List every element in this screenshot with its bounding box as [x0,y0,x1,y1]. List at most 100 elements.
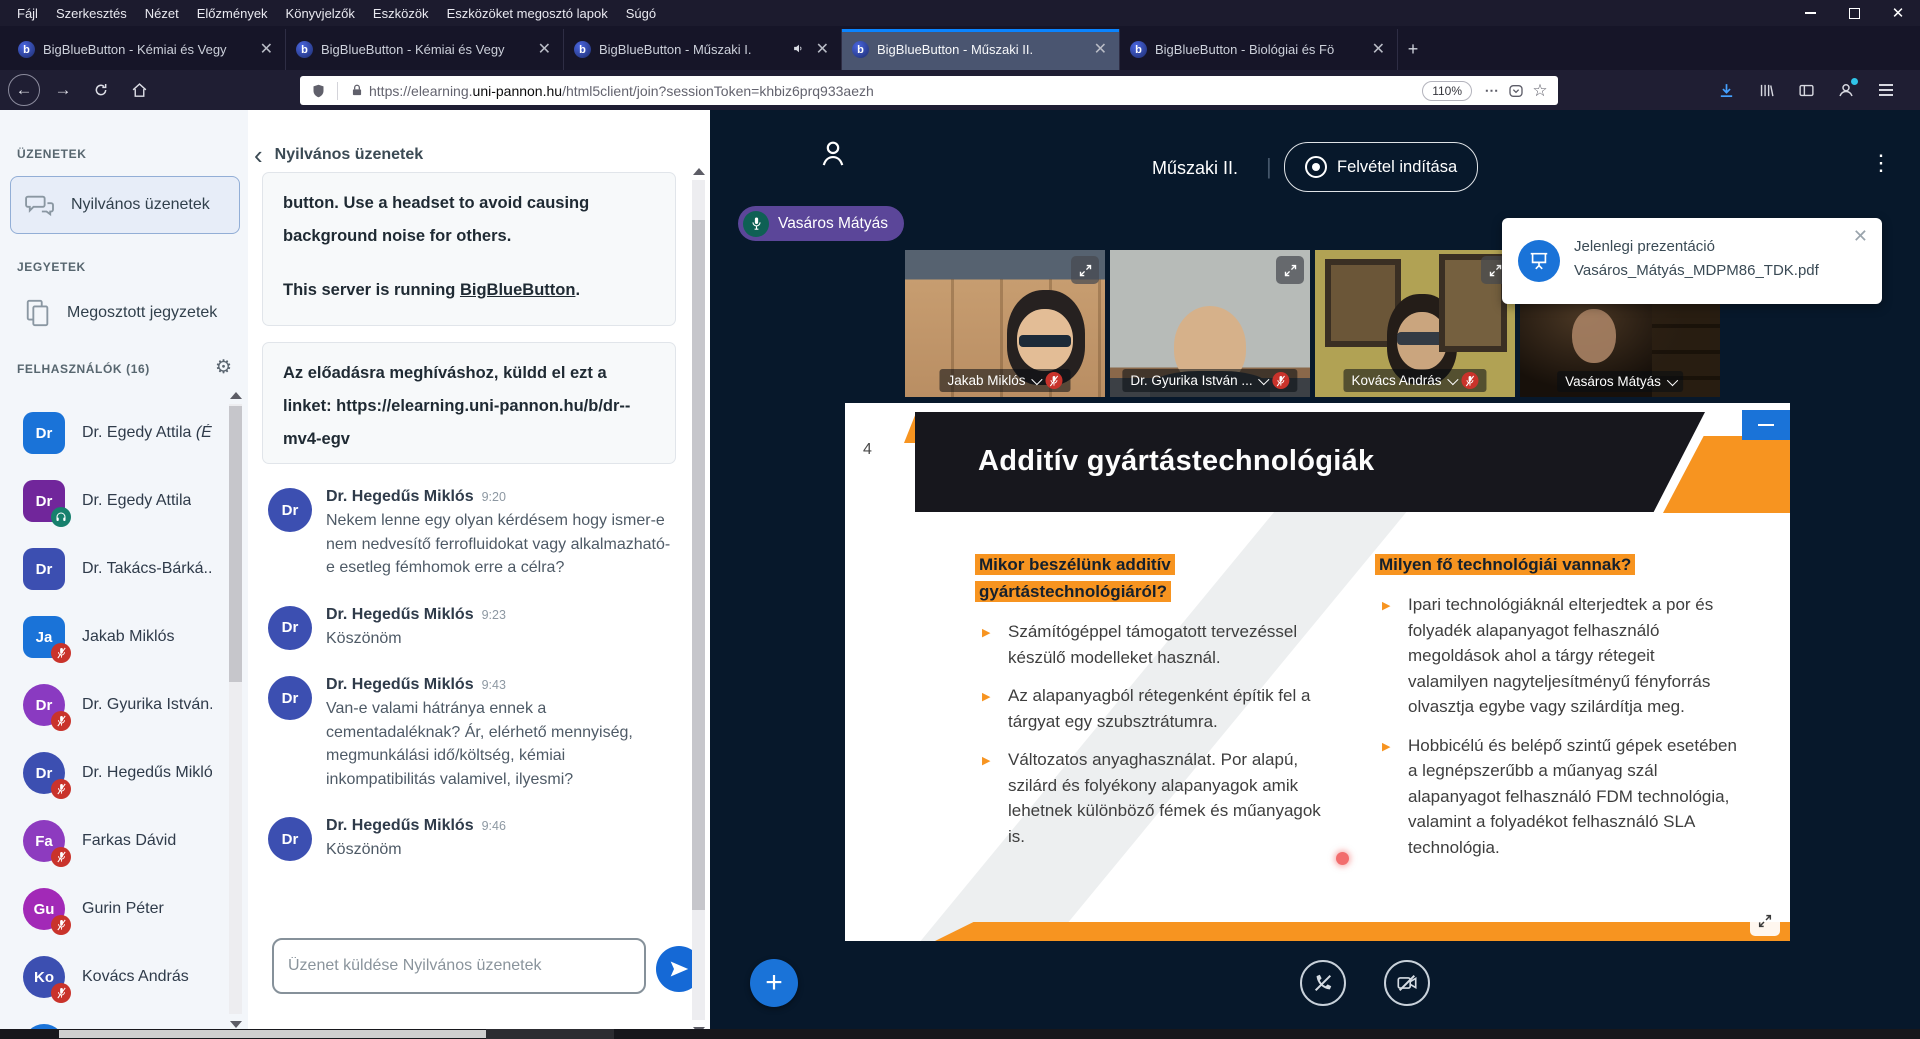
webcam-user-dropdown[interactable]: Vasáros Mátyás [1557,371,1683,392]
userlist-scrollbar[interactable] [227,390,244,1030]
lock-icon[interactable] [345,83,369,98]
menu-eszk-z-k[interactable]: Eszközök [364,4,438,23]
minimize-presentation-button[interactable] [1742,410,1790,440]
menu-eszk-z-ket-megoszt-lapok[interactable]: Eszközöket megosztó lapok [438,4,617,23]
message-text: Köszönöm [326,627,506,651]
bookmark-star-icon[interactable]: ☆ [1528,81,1552,101]
muted-mic-badge-icon [51,983,71,1003]
sidebars-button[interactable] [1790,75,1822,105]
sidebar-item-public-chat[interactable]: Nyilvános üzenetek [10,176,240,234]
talking-indicator[interactable]: Vasáros Mátyás [738,206,904,241]
user-avatar-icon[interactable] [818,138,848,175]
avatar: Dr [23,684,65,726]
home-button[interactable] [124,75,154,105]
zoom-level-button[interactable]: 110% [1422,81,1472,101]
fullscreen-presentation-button[interactable] [1750,906,1780,936]
webcam-user-dropdown[interactable]: Dr. Gyurika István ... [1122,369,1297,392]
webcam-fullscreen-button[interactable] [1071,256,1099,284]
forward-button[interactable]: → [48,75,78,105]
bbb-sidebar: ÜZENETEK Nyilvános üzenetek JEGYETEK Meg… [0,110,249,1039]
user-list-item-3[interactable]: Dr Dr. Takács-Bárká... [0,535,248,603]
url-bar[interactable]: https://elearning.uni-pannon.hu/html5cli… [300,76,1558,105]
webcam-user-dropdown[interactable]: Jakab Miklós [939,369,1070,392]
main-menu-button[interactable] [1870,75,1902,105]
tab-close-icon[interactable]: ✕ [1092,42,1109,58]
join-audio-button[interactable] [1300,960,1346,1006]
browser-tab-1[interactable]: b BigBlueButton - Kémiai és Vegy ✕ [8,29,286,70]
user-list-item-4[interactable]: Ja Jakab Miklós [0,603,248,671]
message-author: Dr. Hegedűs Miklós9:46 [326,817,506,834]
start-recording-button[interactable]: Felvétel indítása [1284,142,1478,192]
options-kebab-icon[interactable]: ⋮ [1870,150,1892,176]
webcam-fullscreen-button[interactable] [1276,256,1304,284]
browser-tab-5[interactable]: b BigBlueButton - Biológiai és Fö ✕ [1120,29,1398,70]
tab-close-icon[interactable]: ✕ [814,42,831,58]
user-list: Dr Dr. Egedy Attila (Én) Dr Dr. Egedy At… [0,399,248,1030]
menu-el-zm-nyek[interactable]: Előzmények [188,4,277,23]
downloads-button[interactable] [1710,75,1742,105]
record-label: Felvétel indítása [1337,158,1457,177]
user-list-item-2[interactable]: Dr Dr. Egedy Attila [0,467,248,535]
back-arrow-icon: ← [16,80,33,100]
muted-mic-badge-icon [51,915,71,935]
browser-tab-4[interactable]: b BigBlueButton - Műszaki II. ✕ [842,29,1120,70]
scroll-up-icon[interactable] [230,392,242,399]
scroll-thumb[interactable] [229,406,242,682]
menu-n-zet[interactable]: Nézet [136,4,188,23]
chat-message-3: Dr Dr. Hegedűs Miklós9:43 Van-e valami h… [268,676,688,791]
restore-icon [1849,8,1860,19]
actions-plus-button[interactable]: + [750,959,798,1007]
reload-button[interactable] [86,75,116,105]
tab-audio-icon[interactable] [792,42,806,58]
bigbluebutton-link[interactable]: BigBlueButton [460,281,575,299]
sidebar-item-shared-notes[interactable]: Megosztott jegyzetek [10,290,238,336]
scroll-up-icon[interactable] [693,168,705,175]
scrollbar-thumb[interactable] [59,1030,486,1038]
user-list-item-8[interactable]: Gu Gurin Péter [0,875,248,943]
menu-k-nyvjelz-k[interactable]: Könyvjelzők [277,4,364,23]
user-list-item-5[interactable]: Dr Dr. Gyurika István... [0,671,248,739]
share-webcam-button[interactable] [1384,960,1430,1006]
user-list-item-9[interactable]: Ko Kovács András [0,943,248,1011]
bigbluebutton-favicon: b [18,41,35,58]
slide-title: Additív gyártástechnológiák [978,445,1374,478]
chevron-down-icon [1667,374,1678,385]
chat-back-chevron-icon[interactable]: ‹ [254,144,263,166]
window-minimize-button[interactable] [1788,0,1832,26]
library-button[interactable] [1750,75,1782,105]
browser-tab-3[interactable]: b BigBlueButton - Műszaki I. ✕ [564,29,842,70]
user-list-item-6[interactable]: Dr Dr. Hegedűs Miklós [0,739,248,807]
menu-f-jl[interactable]: Fájl [8,4,47,23]
menu-szerkeszt-s[interactable]: Szerkesztés [47,4,136,23]
user-name: Dr. Hegedűs Miklós [82,764,212,782]
shield-icon[interactable] [306,83,330,99]
new-tab-button[interactable]: + [1398,29,1428,70]
page-actions-icon[interactable]: ⋯ [1480,82,1504,99]
title-divider: | [1266,154,1272,180]
tab-close-icon[interactable]: ✕ [258,42,275,58]
window-restore-button[interactable] [1832,0,1876,26]
scroll-thumb[interactable] [692,220,705,910]
webcam-user-dropdown[interactable]: Kovács András [1343,369,1486,392]
chat-scrollbar[interactable] [690,166,707,1036]
browser-tab-2[interactable]: b BigBlueButton - Kémiai és Vegy ✕ [286,29,564,70]
window-close-button[interactable]: ✕ [1876,0,1920,26]
chat-message-input[interactable] [272,938,646,994]
user-list-item-1[interactable]: Dr Dr. Egedy Attila (Én) [0,399,248,467]
menu-s-g-[interactable]: Súgó [617,4,665,23]
tab-close-icon[interactable]: ✕ [536,42,553,58]
avatar: Fa [23,820,65,862]
account-button[interactable] [1830,75,1862,105]
back-button[interactable]: ← [8,74,40,106]
tab-close-icon[interactable]: ✕ [1370,42,1387,58]
avatar: Dr [268,606,312,650]
page-horizontal-scrollbar[interactable] [0,1029,1920,1039]
pocket-icon[interactable] [1504,83,1528,99]
notes-section-label: JEGYETEK [17,260,86,274]
toast-close-icon[interactable]: ✕ [1853,226,1868,247]
scroll-down-icon[interactable] [230,1021,242,1028]
slide-bullet: Az alapanyagból rétegenként építik fel a… [975,683,1323,734]
user-list-item-7[interactable]: Fa Farkas Dávid [0,807,248,875]
user-list-item-10[interactable] [0,1011,248,1030]
manage-users-gear-icon[interactable]: ⚙ [215,356,232,379]
